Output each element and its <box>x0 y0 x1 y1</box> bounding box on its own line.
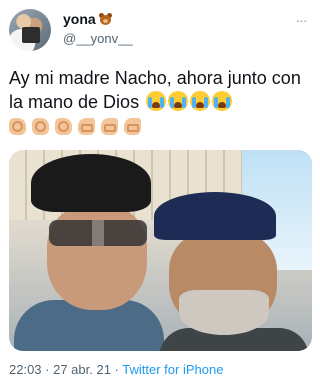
tweet-date[interactable]: 27 abr. 21 <box>53 362 111 377</box>
more-options-icon[interactable]: ··· <box>292 11 310 29</box>
photo-person-right-cap <box>154 192 276 240</box>
display-name-row[interactable]: yona <box>63 11 133 27</box>
ok-hand-icon <box>9 118 26 135</box>
teddy-bear-icon <box>98 13 112 25</box>
ok-hand-icon <box>32 118 49 135</box>
tweet-text: Ay mi madre Nacho, ahora junto con la ma… <box>9 66 314 114</box>
user-handle[interactable]: @__yonv__ <box>63 31 133 46</box>
tweet-time[interactable]: 22:03 <box>9 362 42 377</box>
profile-avatar[interactable] <box>9 9 51 51</box>
loudly-crying-face-icon <box>212 91 233 111</box>
tweet-photo[interactable] <box>9 150 312 351</box>
meta-separator: · <box>41 362 54 377</box>
call-me-hand-icon <box>124 118 141 135</box>
photo-person-right-beard <box>179 290 269 335</box>
meta-separator: · <box>110 362 123 377</box>
loudly-crying-face-icon <box>146 91 167 111</box>
loudly-crying-face-icon <box>168 91 189 111</box>
call-me-hand-icon <box>78 118 95 135</box>
author-info[interactable]: yona @__yonv__ <box>63 11 133 46</box>
tweet-source-link[interactable]: Twitter for iPhone <box>122 362 223 377</box>
loudly-crying-face-icon <box>190 91 211 111</box>
display-name[interactable]: yona <box>63 11 96 27</box>
tweet-metadata: 22:03 · 27 abr. 21 · Twitter for iPhone <box>9 362 223 377</box>
photo-person-left-hat <box>31 154 151 212</box>
ok-hand-icon <box>55 118 72 135</box>
hand-emoji-row <box>9 118 141 135</box>
call-me-hand-icon <box>101 118 118 135</box>
photo-person-left-sunglasses <box>49 220 147 246</box>
tweet-header: yona @__yonv__ ··· <box>9 9 314 53</box>
